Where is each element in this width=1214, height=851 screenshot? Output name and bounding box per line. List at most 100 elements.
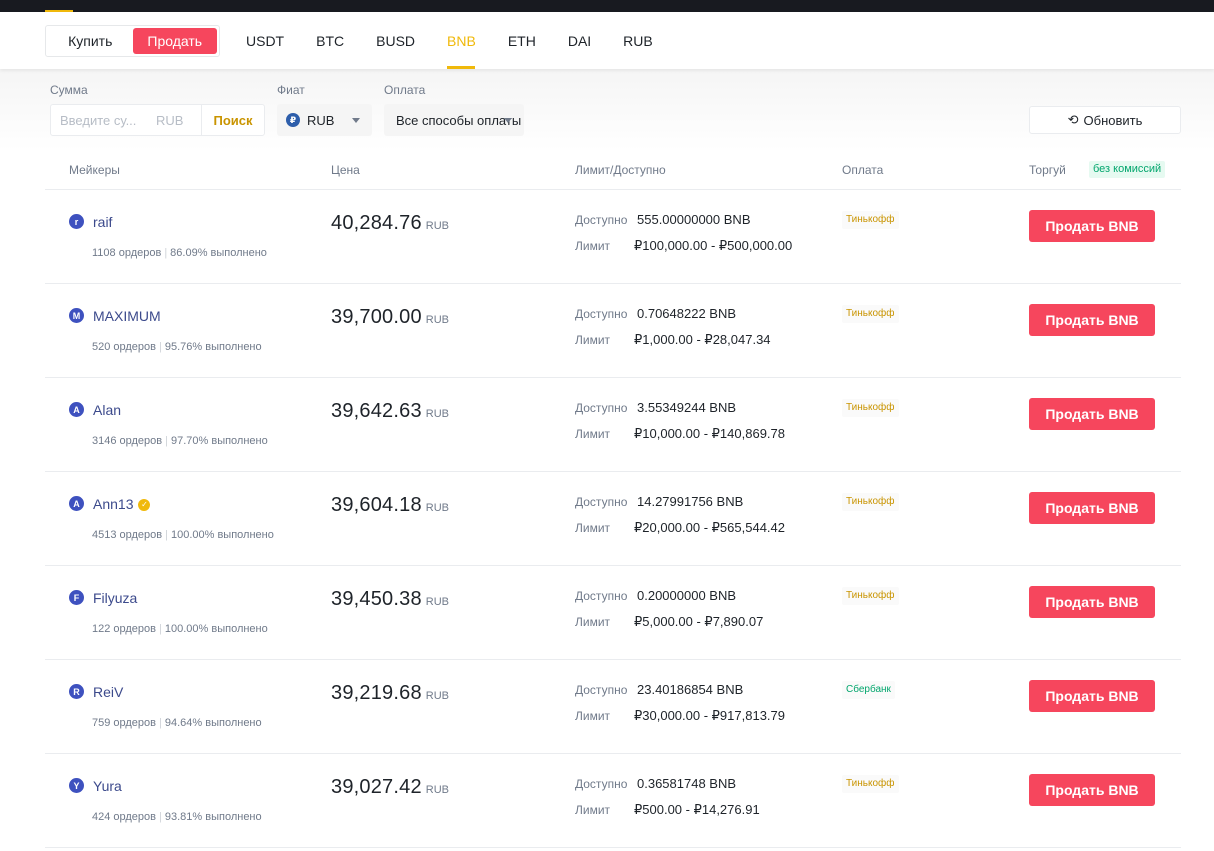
fiat-select[interactable]: ₽ RUB [277,104,372,136]
amount-unit: RUB [156,112,184,128]
offers-table: r raif 1108 ордеров | 86.09% выполнено 40,284… [45,190,1181,848]
merchant-name-link[interactable]: MAXIMUM [93,308,161,324]
avatar: F [69,590,84,605]
price-value: 39,219.68 [331,682,422,704]
limit-label: Лимит [575,427,611,441]
price: 40,284.76 RUB [331,212,449,235]
avatar: A [69,496,84,511]
available-label: Доступно [575,495,628,509]
merchant-name-link[interactable]: ReiV [93,684,123,700]
no-fee-badge: без комиссий [1089,161,1166,178]
merchant-stats: 3146 ордеров | 97.70% выполнено [92,435,268,447]
buy-sell-toggle: Купить Продать [45,25,220,57]
trade-column-header: Торгуй [1029,163,1066,177]
completion-rate: 86.09% выполнено [170,247,267,259]
payment-column-header: Оплата [842,163,884,177]
price-currency: RUB [425,690,450,702]
merchant-name: Yura [93,778,122,794]
tab-usdt[interactable]: USDT [230,12,300,69]
order-count: 4513 ордеров [92,529,163,541]
available-value: 0.36581748 BNB [637,776,737,791]
order-count: 424 ордеров [92,811,157,823]
table-row: F Filyuza 122 ордеров | 100.00% выполнено 39,… [45,566,1181,660]
merchant-name-link[interactable]: Yura [93,778,122,794]
merchant-stats: 424 ордеров | 93.81% выполнено [92,811,262,823]
sell-bnb-button[interactable]: Продать BNB [1029,304,1155,336]
tab-bnb[interactable]: BNB [431,12,492,69]
available-label: Доступно [575,213,628,227]
fiat-select-value: RUB [307,112,335,128]
verified-badge-icon: ✓ [138,499,151,512]
table-row: M MAXIMUM 520 ордеров | 95.76% выполнено 39,7… [45,284,1181,378]
sell-bnb-button[interactable]: Продать BNB [1029,492,1155,524]
available-value: 14.27991756 BNB [637,494,744,509]
price: 39,219.68 RUB [331,682,449,705]
filter-bar: Сумма RUB Поиск Фиат ₽ RUB Оплата Все сп… [0,69,1214,151]
merchant-name-link[interactable]: raif [93,214,112,230]
amount-field: RUB Поиск [50,104,265,136]
merchant-name: raif [93,214,113,230]
payment-method-tag: Тинькофф [842,211,899,229]
stats-divider: | [159,717,162,729]
limit-label: Лимит [575,333,611,347]
merchant-name-link[interactable]: Ann13 ✓ [93,496,151,512]
price: 39,642.63 RUB [331,400,449,423]
available-value: 3.55349244 BNB [637,400,737,415]
stats-divider: | [159,341,162,353]
merchant-stats: 4513 ордеров | 100.00% выполнено [92,529,274,541]
completion-rate: 95.76% выполнено [164,341,262,353]
table-row: R ReiV 759 ордеров | 94.64% выполнено 39,219.… [45,660,1181,754]
tab-busd[interactable]: BUSD [360,12,431,69]
sub-navigation: Купить Продать USDT BTC BUSD BNB ETH DAI RUB [0,12,1214,69]
order-count: 1108 ордеров [92,247,162,259]
payment-method-tag: Тинькофф [842,305,899,323]
chevron-down-icon [504,118,512,123]
merchant-name-link[interactable]: Filyuza [93,590,137,606]
refresh-button[interactable]: ⟲ Обновить [1029,106,1181,134]
price-value: 39,450.38 [331,588,422,610]
refresh-button-label: Обновить [1083,112,1143,128]
refresh-icon: ⟲ [1067,112,1079,127]
search-button[interactable]: Поиск [201,105,264,135]
sell-bnb-button[interactable]: Продать BNB [1029,586,1155,618]
merchant-stats: 122 ордеров | 100.00% выполнено [92,623,268,635]
makers-column-header: Мейкеры [69,163,120,177]
avatar: r [69,214,84,229]
sell-bnb-button[interactable]: Продать BNB [1029,774,1155,806]
merchant-name-link[interactable]: Alan [93,402,121,418]
limit-value: ₽500.00 - ₽14,276.91 [634,802,760,817]
table-row: Y Yura 424 ордеров | 93.81% выполнено 39,027.… [45,754,1181,848]
avatar: R [69,684,84,699]
price-currency: RUB [425,408,450,420]
payment-select[interactable]: Все способы оплаты [384,104,524,136]
merchant-stats: 759 ордеров | 94.64% выполнено [92,717,262,729]
stats-divider: | [164,247,168,259]
tab-eth[interactable]: ETH [492,12,552,69]
price-value: 39,027.42 [331,776,422,798]
price-currency: RUB [425,502,450,514]
payment-label: Оплата [384,83,426,97]
amount-input[interactable] [51,105,147,135]
available-label: Доступно [575,589,628,603]
payment-method-tag: Тинькофф [842,399,899,417]
limit-label: Лимит [575,709,611,723]
payment-method-tag: Тинькофф [842,775,899,793]
tab-dai[interactable]: DAI [552,12,607,69]
table-header: Мейкеры Цена Лимит/Доступно Оплата Торгу… [45,151,1181,190]
available-label: Доступно [575,683,628,697]
completion-rate: 100.00% выполнено [170,529,274,541]
sell-toggle-button[interactable]: Продать [132,28,217,54]
limit-label: Лимит [575,803,611,817]
sell-bnb-button[interactable]: Продать BNB [1029,680,1155,712]
order-count: 122 ордеров [92,623,157,635]
price-column-header: Цена [331,163,360,177]
completion-rate: 94.64% выполнено [164,717,262,729]
sell-bnb-button[interactable]: Продать BNB [1029,210,1155,242]
tab-btc[interactable]: BTC [300,12,360,69]
tab-rub[interactable]: RUB [607,12,669,69]
completion-rate: 97.70% выполнено [170,435,268,447]
stats-divider: | [165,435,168,447]
sell-bnb-button[interactable]: Продать BNB [1029,398,1155,430]
buy-toggle-button[interactable]: Купить [48,28,133,54]
available-value: 0.20000000 BNB [637,588,737,603]
